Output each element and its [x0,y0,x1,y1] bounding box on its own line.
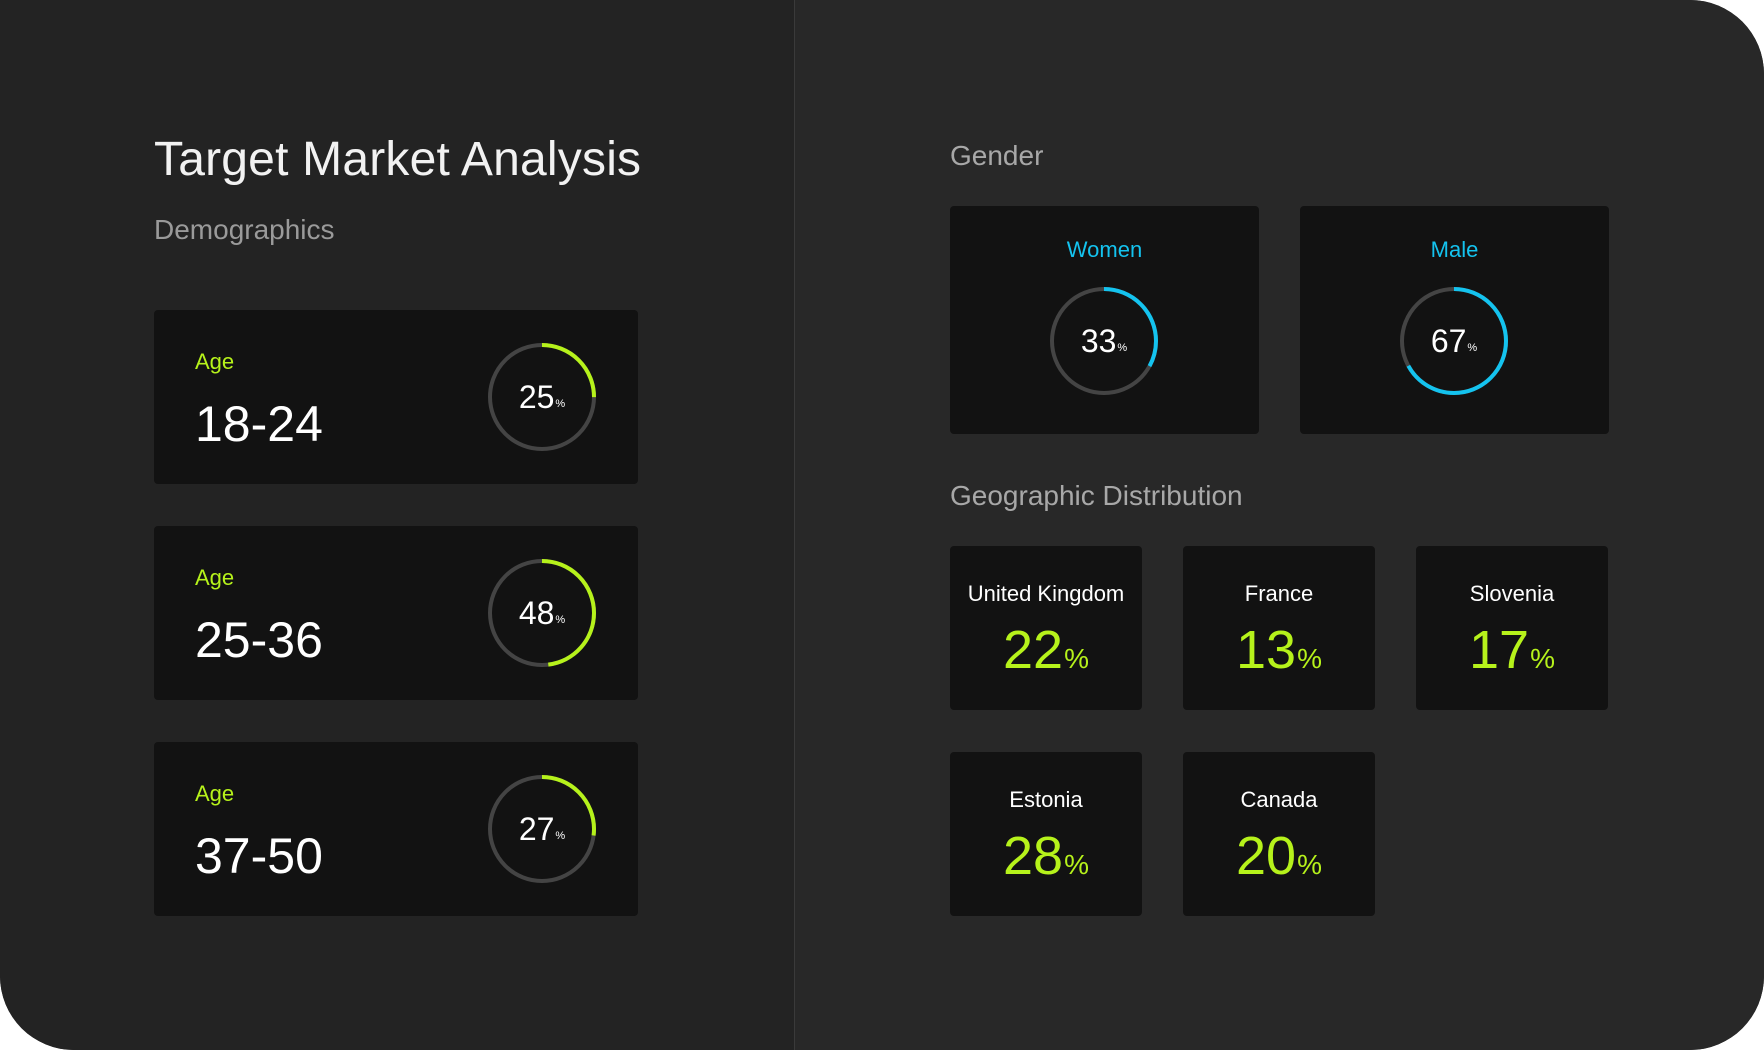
page-subtitle: Demographics [154,214,335,245]
geo-card-united-kingdom: United Kingdom 22% [950,546,1142,710]
geo-country: France [1244,581,1314,606]
geo-country: Estonia [1009,787,1083,812]
geo-percent-label: 20% [1183,829,1375,883]
geo-percent-unit: % [1297,849,1322,880]
age-label: Age [195,565,235,590]
age-percent-value: 27 [518,811,555,847]
gender-label: Male [1430,237,1479,262]
geo-percent-label: 22% [950,623,1142,677]
geo-percent-value: 20 [1236,826,1297,886]
age-label: Age [195,781,235,806]
age-label: Age [195,349,235,374]
gender-percent-label: 33% [1048,285,1160,397]
gender-percent-value: 33 [1080,323,1117,359]
geo-percent-label: 13% [1183,623,1375,677]
geo-card-slovenia: Slovenia 17% [1416,546,1608,710]
geo-percent-label: 28% [950,829,1142,883]
panel-divider [794,0,795,1050]
age-range: 25-36 [195,612,323,668]
age-progress-ring: 27% [486,773,598,885]
geo-percent-unit: % [1297,643,1322,674]
age-range: 18-24 [195,396,323,452]
geo-percent-unit: % [1064,643,1089,674]
age-percent-unit: % [555,397,566,410]
geo-country: United Kingdom [967,581,1125,606]
gender-card-male: Male 67% [1300,206,1609,434]
age-progress-ring: 48% [486,557,598,669]
age-percent-unit: % [555,613,566,626]
gender-progress-ring: 33% [1048,285,1160,397]
geo-country: Canada [1240,787,1318,812]
geo-percent-value: 17 [1469,620,1530,680]
geo-percent-label: 17% [1416,623,1608,677]
geo-card-france: France 13% [1183,546,1375,710]
dashboard-frame: Target Market Analysis Demographics Age … [0,0,1764,1050]
geo-card-canada: Canada 20% [1183,752,1375,916]
gender-label: Women [1066,237,1143,262]
geo-percent-value: 22 [1003,620,1064,680]
gender-section-title: Gender [950,140,1044,171]
geo-percent-unit: % [1064,849,1089,880]
gender-percent-unit: % [1467,341,1478,354]
geo-country: Slovenia [1469,581,1555,606]
age-card-37-50: Age 37-50 27% [154,742,638,916]
age-progress-ring: 25% [486,341,598,453]
geo-section-title: Geographic Distribution [950,480,1243,511]
age-percent-label: 25% [486,341,598,453]
age-percent-value: 25 [518,379,555,415]
geo-card-estonia: Estonia 28% [950,752,1142,916]
age-percent-label: 27% [486,773,598,885]
gender-percent-value: 67 [1430,323,1467,359]
geo-percent-unit: % [1530,643,1555,674]
gender-progress-ring: 67% [1398,285,1510,397]
gender-percent-unit: % [1117,341,1128,354]
age-card-25-36: Age 25-36 48% [154,526,638,700]
page-title: Target Market Analysis [154,133,642,186]
gender-card-women: Women 33% [950,206,1259,434]
geo-percent-value: 28 [1003,826,1064,886]
geo-percent-value: 13 [1236,620,1297,680]
gender-percent-label: 67% [1398,285,1510,397]
age-percent-unit: % [555,829,566,842]
age-percent-label: 48% [486,557,598,669]
age-percent-value: 48 [518,595,555,631]
age-range: 37-50 [195,828,323,884]
age-card-18-24: Age 18-24 25% [154,310,638,484]
